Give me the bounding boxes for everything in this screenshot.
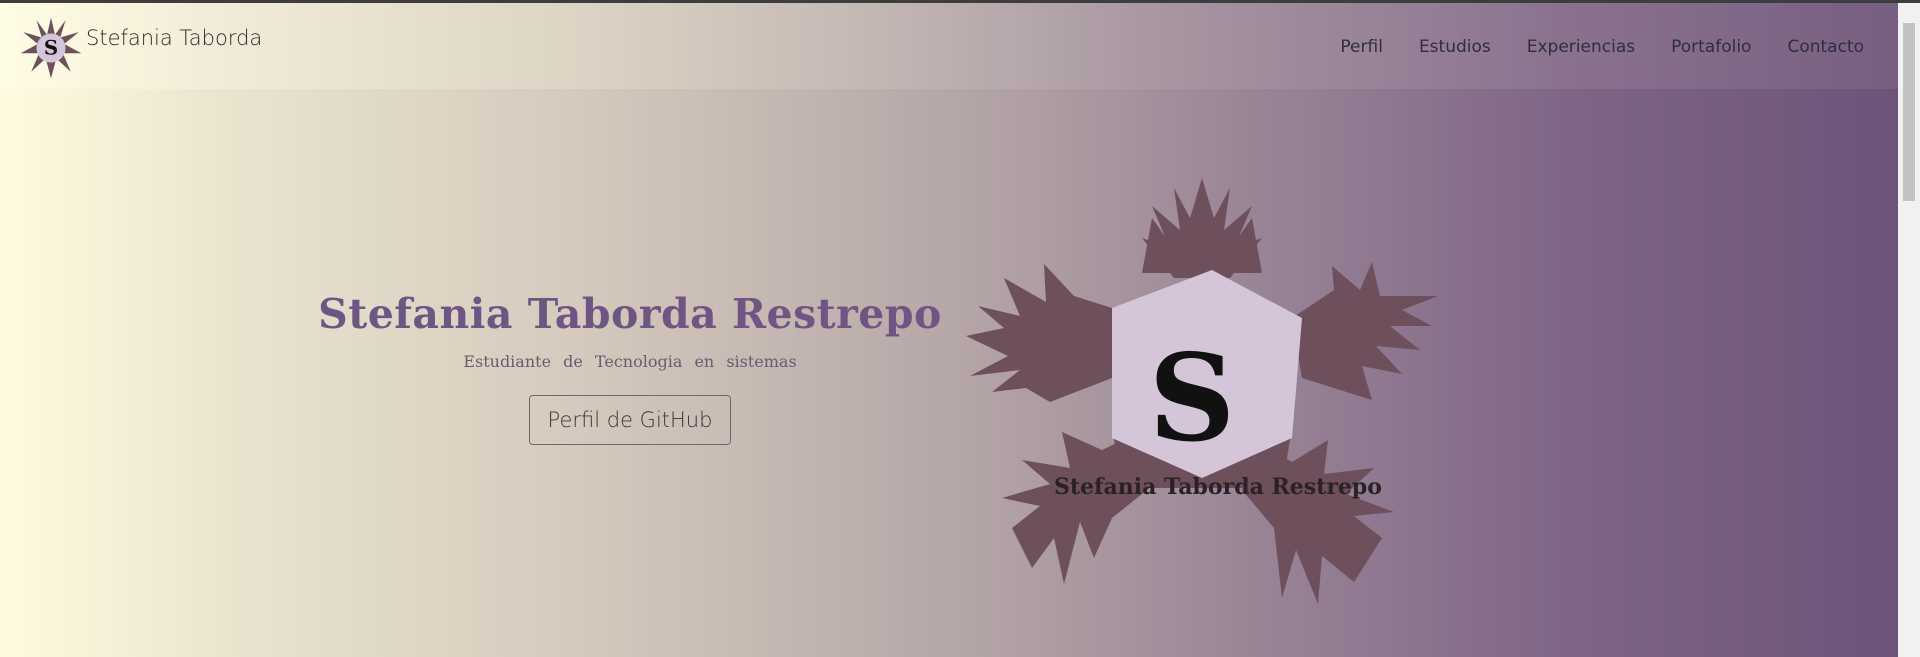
brand-name: Stefania Taborda [86,26,263,50]
brand-logo-icon: S [20,17,82,79]
navbar: S Stefania Taborda Perfil Estudios Exper… [0,3,1898,89]
hero-logo: S Stefania Taborda Restrepo [966,178,1438,604]
hero-subtitle: Estudiante de Tecnologia en sistemas [463,352,797,371]
svg-text:S: S [44,36,58,60]
brand-link[interactable]: S Stefania Taborda [18,15,262,81]
hero-section: Stefania Taborda Restrepo Estudiante de … [300,290,960,445]
nav-menu: Perfil Estudios Experiencias Portafolio … [1340,37,1864,57]
logo-caption: Stefania Taborda Restrepo [1054,474,1382,500]
nav-link-contacto[interactable]: Contacto [1787,37,1864,57]
logo-letter: S [1149,328,1236,469]
nav-link-perfil[interactable]: Perfil [1340,37,1383,57]
hero-title: Stefania Taborda Restrepo [318,290,942,338]
nav-link-portafolio[interactable]: Portafolio [1671,37,1751,57]
nav-link-estudios[interactable]: Estudios [1419,37,1491,57]
vertical-scrollbar[interactable] [1898,3,1920,657]
github-profile-button[interactable]: Perfil de GitHub [528,395,732,445]
nav-link-experiencias[interactable]: Experiencias [1527,37,1635,57]
scrollbar-thumb[interactable] [1903,23,1915,201]
